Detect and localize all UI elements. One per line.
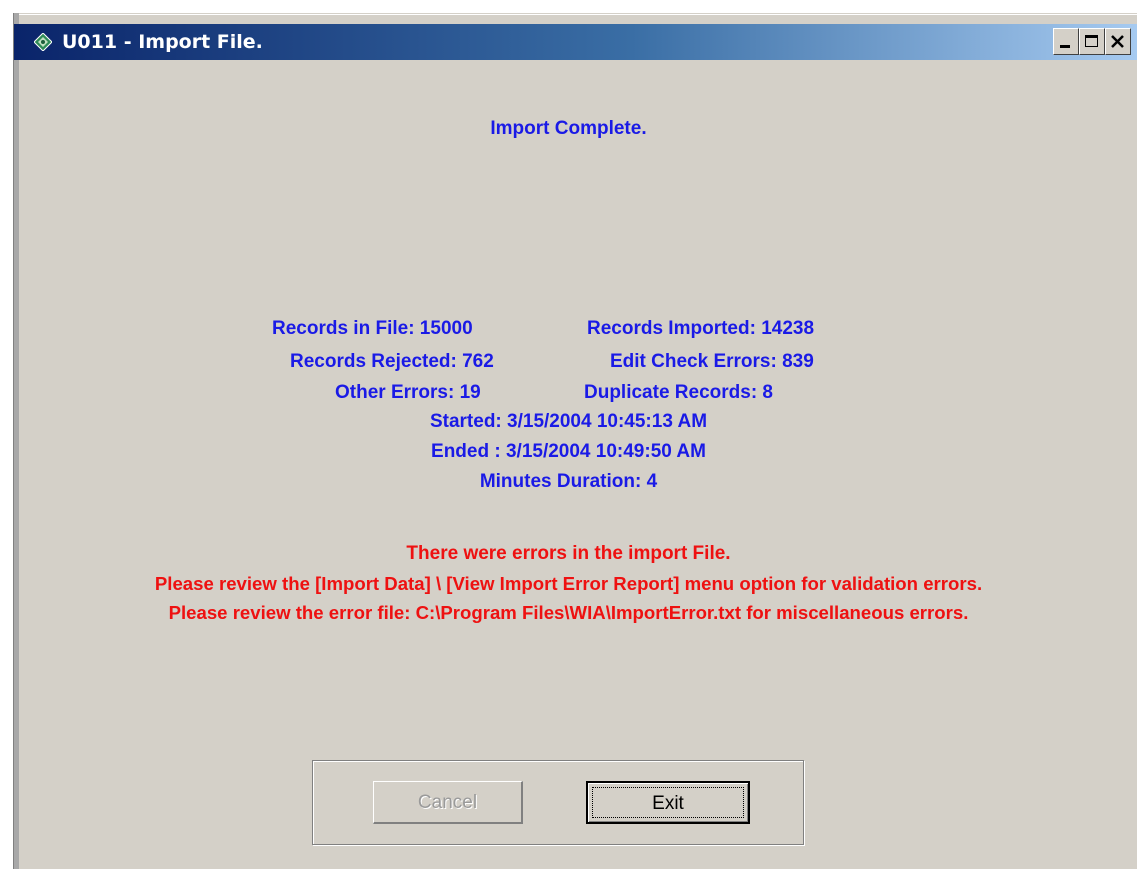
error-file-instructions: Please review the error file: C:\Program… (168, 602, 969, 623)
records-imported-label: Records Imported: 14238 (587, 318, 815, 339)
close-icon (1111, 35, 1124, 48)
minimize-icon (1060, 45, 1070, 48)
maximize-button[interactable] (1079, 28, 1105, 55)
duplicate-records-label: Duplicate Records: 8 (584, 382, 773, 403)
error-summary-text: There were errors in the import File. (406, 543, 731, 564)
maximize-icon (1085, 35, 1098, 47)
records-rejected-label: Records Rejected: 762 (290, 351, 494, 372)
duration-label: Minutes Duration: 4 (479, 471, 658, 492)
app-diamond-icon (34, 33, 52, 51)
import-status-heading: Import Complete. (490, 118, 647, 139)
window-title: U011 - Import File. (62, 31, 263, 53)
started-time-label: Started: 3/15/2004 10:45:13 AM (429, 411, 708, 432)
exit-button[interactable]: Exit (586, 781, 750, 824)
records-in-file-label: Records in File: 15000 (272, 318, 473, 339)
ended-time-label: Ended : 3/15/2004 10:49:50 AM (431, 441, 706, 462)
cancel-button[interactable]: Cancel (373, 781, 523, 824)
title-bar[interactable]: U011 - Import File. (14, 24, 1137, 60)
edit-check-errors-label: Edit Check Errors: 839 (610, 351, 814, 372)
exit-button-label: Exit (592, 787, 744, 818)
close-button[interactable] (1105, 28, 1131, 55)
minimize-button[interactable] (1053, 28, 1079, 55)
other-errors-label: Other Errors: 19 (335, 382, 481, 403)
error-report-instructions: Please review the [Import Data] \ [View … (154, 573, 983, 594)
